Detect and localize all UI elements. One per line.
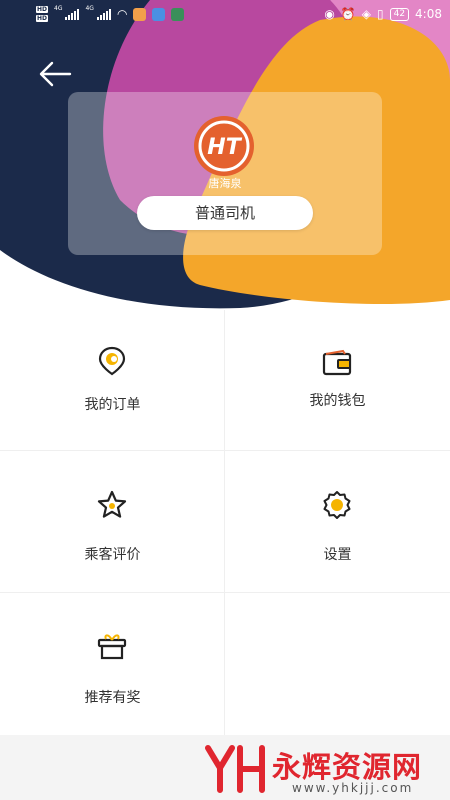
watermark-title: 永辉资源网: [272, 750, 423, 784]
gear-icon: [323, 491, 351, 519]
arrow-left-icon: [39, 61, 72, 87]
status-left: HD HD 4G 4G ◠: [36, 5, 185, 23]
signal-2-icon: [96, 8, 111, 20]
battery-icon: 42: [389, 7, 410, 21]
vibrate-icon: ▯: [376, 7, 384, 21]
app-notification-3-icon: [171, 7, 185, 21]
app-notification-2-icon: [152, 7, 166, 21]
menu-label-my-wallet: 我的钱包: [309, 393, 366, 409]
menu-item-referral-rewards[interactable]: 推荐有奖: [0, 593, 225, 734]
menu-label-passenger-reviews: 乘客评价: [84, 547, 141, 563]
menu-item-my-orders[interactable]: 我的订单: [0, 310, 225, 451]
menu-item-passenger-reviews[interactable]: 乘客评价: [0, 451, 225, 592]
menu-label-referral-rewards: 推荐有奖: [84, 690, 141, 706]
network-type-2: 4G: [85, 5, 94, 12]
user-name: 唐海泉: [208, 177, 242, 190]
alarm-icon: ⏰: [340, 7, 356, 21]
logo-text: HT: [207, 135, 242, 160]
gift-icon: [97, 634, 127, 660]
driver-role-button[interactable]: 普通司机: [137, 196, 313, 230]
wallet-icon: [322, 349, 352, 376]
status-right: ◉ ⏰ ◈ ▯ 42 4:08: [324, 7, 442, 21]
menu-label-settings: 设置: [323, 547, 352, 563]
watermark-url: www.yhkjjj.com: [292, 781, 414, 795]
back-button[interactable]: [36, 58, 74, 90]
menu-grid: 我的订单 我的钱包 乘客评价 设置 推荐有奖: [0, 310, 450, 735]
menu-item-settings[interactable]: 设置: [225, 451, 450, 592]
signal-icon: [65, 8, 80, 20]
hd-indicator-icon: HD HD: [36, 6, 49, 22]
network-type-1: 4G: [54, 5, 63, 12]
status-bar: HD HD 4G 4G ◠ ◉ ⏰ ◈ ▯ 42 4:08: [0, 0, 450, 28]
eye-icon: ◉: [324, 7, 335, 21]
clock: 4:08: [415, 7, 442, 21]
order-pin-icon: [98, 346, 126, 376]
menu-label-my-orders: 我的订单: [84, 397, 141, 413]
star-icon: [97, 490, 127, 518]
company-logo: HT: [194, 116, 254, 176]
watermark-logo: [205, 745, 265, 793]
location-icon: ◈: [361, 7, 371, 21]
app-notification-icon: [133, 7, 147, 21]
wifi-icon: ◠: [116, 7, 128, 21]
menu-item-my-wallet[interactable]: 我的钱包: [225, 310, 450, 451]
